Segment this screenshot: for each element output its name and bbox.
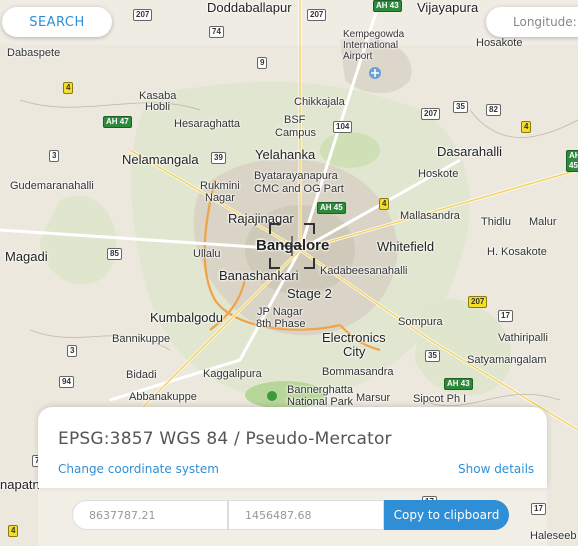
map-label: Magadi [5, 249, 48, 264]
map-label: Malur [529, 216, 557, 228]
map-label: Kempegowda [343, 29, 405, 40]
longitude-display[interactable]: Longitude: 7 [486, 7, 578, 37]
road-shield: AH 45 [317, 202, 346, 214]
map-label: Hoskote [418, 168, 459, 180]
road-shield: AH 47 [103, 116, 132, 128]
map-label: Chikkajala [294, 96, 345, 108]
road-shield: 74 [209, 26, 224, 38]
map-label: Kaggalipura [203, 368, 262, 380]
map-label: Dabaspete [7, 47, 61, 59]
map-label: Marsur [356, 392, 391, 404]
coordinate-panel: EPSG:3857 WGS 84 / Pseudo-Mercator Chang… [38, 407, 547, 488]
road-shield: AH 43 [373, 0, 402, 12]
map-label: Nelamangala [122, 152, 199, 167]
map-label: JP Nagar [257, 306, 303, 318]
road-shield: 39 [211, 152, 226, 164]
x-coordinate-field[interactable]: 8637787.21 [72, 500, 228, 530]
map-label: Hosakote [476, 37, 523, 49]
map-label: 8th Phase [256, 318, 306, 330]
map-label: Banashankari [219, 268, 299, 283]
map-label: Byatarayanapura [254, 170, 338, 182]
map-label: CMC and OG Part [254, 183, 344, 195]
road-shield: 4 [379, 198, 390, 210]
road-shield: 3 [67, 345, 78, 357]
map-label: Doddaballapur [207, 0, 292, 15]
show-details-link[interactable]: Show details [458, 462, 534, 476]
coordinate-system-title: EPSG:3857 WGS 84 / Pseudo-Mercator [58, 429, 392, 449]
road-shield: 85 [107, 248, 122, 260]
crosshair-icon [269, 223, 315, 269]
map-label: Vijayapura [417, 0, 479, 15]
road-shield: 4 [8, 525, 19, 537]
y-coordinate-field[interactable]: 1456487.68 [228, 500, 384, 530]
map-label: napatn [0, 477, 40, 492]
map-label: BSF [284, 114, 306, 126]
road-shield: 94 [59, 376, 74, 388]
map-label: Kadabeesanahalli [320, 265, 408, 277]
road-shield: 35 [453, 101, 468, 113]
map-label: H. Kosakote [487, 246, 547, 258]
coordinate-bar: 8637787.21 1456487.68 Copy to clipboard [38, 488, 547, 546]
map-label: Stage 2 [287, 286, 332, 301]
road-shield: 3 [49, 150, 60, 162]
map-label: Satyamangalam [467, 354, 547, 366]
map-label: Yelahanka [255, 147, 316, 162]
map-label: Bannerghatta [287, 384, 354, 396]
road-shield: 82 [486, 104, 501, 116]
road-shield: 4 [521, 121, 532, 133]
map-label: Kumbalgodu [150, 310, 223, 325]
map-label: Nagar [205, 192, 235, 204]
map-label: Bidadi [126, 369, 157, 381]
map-label: Thidlu [481, 216, 511, 228]
road-shield: AH 43 [444, 378, 473, 390]
road-shield: AH 45 [566, 150, 578, 172]
map-label: Abbanakuppe [129, 391, 197, 403]
road-shield: 4 [63, 82, 74, 94]
map-label: Mallasandra [400, 210, 460, 222]
search-button[interactable]: SEARCH [2, 7, 112, 37]
road-shield: 9 [257, 57, 268, 69]
map-label: Ullalu [193, 248, 221, 260]
map-label: City [343, 344, 366, 359]
map-label: Gudemaranahalli [10, 180, 94, 192]
road-shield: 207 [468, 296, 488, 308]
map-label: Bannikuppe [112, 333, 171, 345]
map-label: Sompura [398, 316, 443, 328]
change-coordinate-system-link[interactable]: Change coordinate system [58, 462, 219, 476]
map-label: Vathiripalli [498, 332, 548, 344]
road-shield: 207 [133, 9, 153, 21]
road-shield: 207 [421, 108, 441, 120]
map-label: Hobli [145, 101, 171, 113]
map-label: Campus [275, 127, 316, 139]
map-label: Sipcot Ph I [413, 393, 467, 405]
copy-to-clipboard-button[interactable]: Copy to clipboard [384, 500, 509, 530]
map-label: Airport [343, 51, 373, 62]
map-label: Whitefield [377, 239, 435, 254]
map-label: Hesaraghatta [174, 118, 241, 130]
map-label: Rukmini [200, 180, 240, 192]
map-label: Dasarahalli [437, 144, 503, 159]
map-label: Bommasandra [322, 366, 394, 378]
road-shield: 104 [333, 121, 353, 133]
road-shield: 207 [307, 9, 327, 21]
map-label: Electronics [322, 330, 386, 345]
road-shield: 35 [425, 350, 440, 362]
map-label: International [343, 40, 399, 51]
road-shield: 17 [498, 310, 513, 322]
